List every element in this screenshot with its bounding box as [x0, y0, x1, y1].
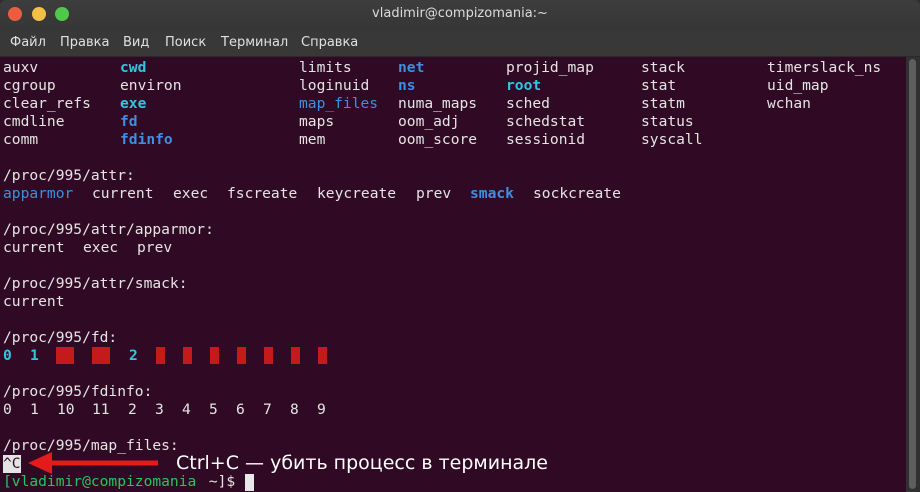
list-item: oom_score: [398, 131, 478, 148]
list-item: 0: [3, 347, 12, 364]
list-item: 2: [129, 347, 138, 364]
list-item: root: [506, 77, 542, 94]
list-item: fscreate: [227, 185, 298, 202]
menu-file[interactable]: Файл: [10, 35, 46, 50]
prompt-path: ~]$: [200, 473, 244, 490]
list-item: prev: [137, 239, 173, 256]
list-item: 7: [263, 401, 272, 418]
broken-link-marker: [156, 347, 165, 364]
list-item: fd: [120, 113, 138, 130]
interrupt-echo: ^C: [3, 455, 21, 473]
window-title: vladimir@compizomania:~: [372, 6, 548, 21]
broken-link-marker: [237, 347, 246, 364]
list-item: sockcreate: [533, 185, 621, 202]
list-item: environ: [120, 77, 182, 94]
list-item: exec: [83, 239, 119, 256]
list-item: exec: [173, 185, 209, 202]
list-item: current: [3, 293, 65, 310]
list-item: net: [398, 59, 425, 76]
list-item: status: [641, 113, 694, 130]
list-item: apparmor: [3, 185, 74, 202]
list-item: comm: [3, 131, 39, 148]
list-item: 11: [92, 401, 110, 418]
list-item: 6: [236, 401, 245, 418]
list-item: current: [3, 239, 65, 256]
list-item: numa_maps: [398, 95, 478, 112]
list-item: 1: [30, 401, 39, 418]
list-item: ns: [398, 77, 416, 94]
menu-view[interactable]: Вид: [123, 35, 149, 50]
arrow-left-icon: [28, 452, 158, 474]
list-item: clear_refs: [3, 95, 91, 112]
list-item: maps: [299, 113, 335, 130]
list-item: current: [92, 185, 154, 202]
list-item: cgroup: [3, 77, 56, 94]
menu-bar: Файл Правка Вид Поиск Терминал Справка: [0, 30, 920, 57]
list-item: wchan: [767, 95, 811, 112]
broken-link-marker: [92, 347, 110, 364]
menu-help[interactable]: Справка: [301, 35, 358, 50]
list-item: 2: [128, 401, 137, 418]
list-item: sessionid: [506, 131, 586, 148]
list-item: 0: [3, 401, 12, 418]
annotation-caption: Ctrl+C — убить процесс в терминале: [176, 452, 548, 474]
list-item: 1: [30, 347, 39, 364]
scrollbar[interactable]: [906, 57, 920, 492]
list-item: 10: [57, 401, 75, 418]
broken-link-marker: [56, 347, 74, 364]
list-item: cwd: [120, 59, 147, 76]
list-item: auxv: [3, 59, 39, 76]
broken-link-marker: [291, 347, 300, 364]
title-bar[interactable]: vladimir@compizomania:~: [0, 0, 920, 30]
list-item: 5: [209, 401, 218, 418]
list-item: cmdline: [3, 113, 65, 130]
text-cursor[interactable]: [245, 474, 254, 491]
list-item: smack: [470, 185, 514, 202]
list-item: limits: [299, 59, 352, 76]
list-item: keycreate: [317, 185, 397, 202]
list-item: 3: [155, 401, 164, 418]
list-item: map_files: [299, 95, 379, 112]
terminal-window: vladimir@compizomania:~ Файл Правка Вид …: [0, 0, 920, 492]
menu-edit[interactable]: Правка: [60, 35, 109, 50]
section-header: /proc/995/fdinfo:: [3, 383, 153, 400]
list-item: 9: [317, 401, 326, 418]
section-header: /proc/995/attr/apparmor:: [3, 221, 214, 238]
list-item: schedstat: [506, 113, 586, 130]
menu-terminal[interactable]: Терминал: [221, 35, 288, 50]
list-item: 8: [290, 401, 299, 418]
broken-link-marker: [318, 347, 327, 364]
list-item: mem: [299, 131, 326, 148]
list-item: sched: [506, 95, 550, 112]
section-header: /proc/995/attr:: [3, 167, 135, 184]
list-item: projid_map: [506, 59, 594, 76]
list-item: uid_map: [767, 77, 829, 94]
list-item: statm: [641, 95, 685, 112]
list-item: exe: [120, 95, 147, 112]
list-item: 4: [182, 401, 191, 418]
section-header: /proc/995/fd:: [3, 329, 118, 346]
list-item: prev: [416, 185, 452, 202]
list-item: timerslack_ns: [767, 59, 882, 76]
terminal-output[interactable]: auxv cgroup clear_refs cmdline comm cwd …: [0, 57, 906, 492]
broken-link-marker: [210, 347, 219, 364]
broken-link-marker: [183, 347, 192, 364]
broken-link-marker: [264, 347, 273, 364]
list-item: oom_adj: [398, 113, 460, 130]
list-item: stack: [641, 59, 685, 76]
scrollbar-thumb[interactable]: [909, 59, 916, 489]
list-item: syscall: [641, 131, 703, 148]
list-item: fdinfo: [120, 131, 173, 148]
list-item: stat: [641, 77, 677, 94]
list-item: loginuid: [299, 77, 370, 94]
section-header: /proc/995/attr/smack:: [3, 275, 188, 292]
menu-search[interactable]: Поиск: [165, 35, 206, 50]
